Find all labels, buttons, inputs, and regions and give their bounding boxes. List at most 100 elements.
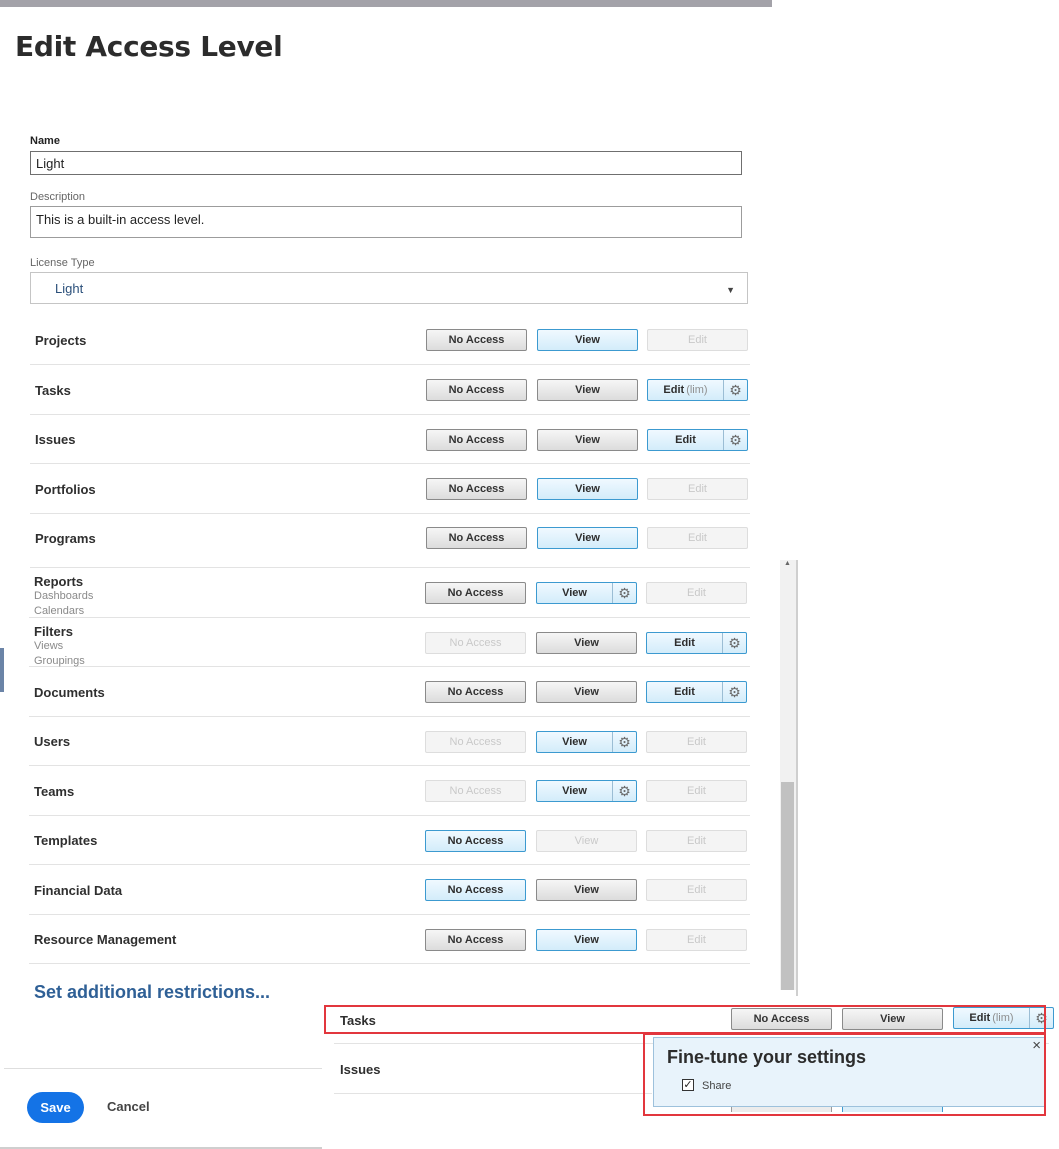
edit-button[interactable]: Edit ⚙ xyxy=(646,681,747,703)
edit-button[interactable]: Edit ⚙ xyxy=(647,429,748,451)
row-label: Templates xyxy=(34,833,98,848)
highlight-tasks-row xyxy=(324,1005,1046,1034)
description-field[interactable]: This is a built-in access level. xyxy=(30,206,742,238)
name-field[interactable]: Light xyxy=(30,151,742,175)
permission-row xyxy=(30,415,750,464)
save-button[interactable]: Save xyxy=(27,1092,84,1123)
row-label: Financial Data xyxy=(34,883,123,898)
no-access-button[interactable]: No Access xyxy=(425,681,526,703)
button-text: No Access xyxy=(447,587,504,599)
button-text: View xyxy=(575,384,600,396)
no-access-button[interactable]: No Access xyxy=(426,527,527,549)
view-button[interactable]: View xyxy=(536,879,637,901)
button-text: No Access xyxy=(448,334,505,346)
view-button[interactable]: View ⚙ xyxy=(536,731,637,753)
lim-label: (lim) xyxy=(686,384,708,396)
gear-icon[interactable]: ⚙ xyxy=(612,732,636,752)
view-button[interactable]: View xyxy=(537,527,638,549)
button-text: View xyxy=(574,934,599,946)
gear-icon[interactable]: ⚙ xyxy=(722,633,746,653)
no-access-label: No Access xyxy=(426,785,525,797)
button-text: Edit xyxy=(687,835,706,847)
gear-icon[interactable]: ⚙ xyxy=(723,430,747,450)
button-text: Edit xyxy=(687,587,706,599)
permission-row xyxy=(29,568,750,618)
button-text: No Access xyxy=(448,434,505,446)
row-label: Filters xyxy=(34,624,74,639)
gear-icon[interactable]: ⚙ xyxy=(612,583,636,603)
edit-label: Edit xyxy=(647,686,722,698)
view-button[interactable]: View xyxy=(537,478,638,500)
edit-label: Edit xyxy=(647,637,722,649)
view-button[interactable]: View xyxy=(537,379,638,401)
button-text: View xyxy=(574,835,599,847)
button-text: Edit xyxy=(687,785,706,797)
no-access-button[interactable]: No Access xyxy=(425,582,526,604)
button-text: Edit xyxy=(674,686,695,698)
edit-label: Edit xyxy=(647,736,746,748)
button-text: No Access xyxy=(448,532,505,544)
view-button[interactable]: View xyxy=(536,681,637,703)
permission-row xyxy=(30,365,750,415)
no-access-button[interactable]: No Access xyxy=(426,429,527,451)
license-type-value: Light xyxy=(55,280,84,296)
button-text: View xyxy=(562,736,587,748)
no-access-label: No Access xyxy=(427,532,526,544)
edit-label: Edit xyxy=(647,785,746,797)
view-label: View xyxy=(537,785,612,797)
edit-button[interactable]: Edit ⚙ xyxy=(646,632,747,654)
view-button[interactable]: View xyxy=(536,632,637,654)
no-access-label: No Access xyxy=(427,483,526,495)
edit-label: Edit xyxy=(647,587,746,599)
permission-row xyxy=(29,618,750,667)
view-button[interactable]: View ⚙ xyxy=(536,780,637,802)
no-access-label: No Access xyxy=(427,384,526,396)
button-text: Edit xyxy=(688,483,707,495)
view-button[interactable]: View xyxy=(537,429,638,451)
no-access-button[interactable]: No Access xyxy=(425,929,526,951)
scroll-up-icon[interactable]: ▲ xyxy=(784,560,791,567)
license-type-label: License Type xyxy=(30,257,95,269)
gear-icon[interactable]: ⚙ xyxy=(612,781,636,801)
button-text: Edit xyxy=(688,334,707,346)
no-access-label: No Access xyxy=(426,637,525,649)
view-label: View xyxy=(537,587,612,599)
edit-label: Edit xyxy=(648,334,747,346)
button-text: No Access xyxy=(448,483,505,495)
no-access-button[interactable]: No Access xyxy=(425,879,526,901)
button-text: View xyxy=(575,434,600,446)
inset-divider xyxy=(334,1093,652,1094)
background-strip xyxy=(0,648,4,692)
no-access-button: No Access xyxy=(425,632,526,654)
row-label: Reports xyxy=(34,574,84,589)
gear-icon[interactable]: ⚙ xyxy=(722,682,746,702)
no-access-button[interactable]: No Access xyxy=(426,329,527,351)
edit-button: Edit xyxy=(646,780,747,802)
license-type-select[interactable]: Light ▼ xyxy=(30,272,748,304)
set-restrictions-link[interactable]: Set additional restrictions... xyxy=(34,982,270,1003)
view-label: View xyxy=(538,334,637,346)
row-label: Resource Management xyxy=(34,932,177,947)
gear-icon[interactable]: ⚙ xyxy=(723,380,747,400)
button-text: Edit xyxy=(674,637,695,649)
no-access-button[interactable]: No Access xyxy=(425,830,526,852)
view-button[interactable]: View ⚙ xyxy=(536,582,637,604)
edit-button[interactable]: Edit (lim) ⚙ xyxy=(647,379,748,401)
view-button[interactable]: View xyxy=(536,929,637,951)
no-access-button[interactable]: No Access xyxy=(426,379,527,401)
permission-row xyxy=(30,514,750,568)
button-text: No Access xyxy=(447,835,504,847)
no-access-label: No Access xyxy=(427,334,526,346)
view-button: View xyxy=(536,830,637,852)
inset-row-label-issues: Issues xyxy=(340,1062,381,1077)
cancel-button[interactable]: Cancel xyxy=(107,1099,150,1114)
button-text: Edit xyxy=(687,736,706,748)
edit-button: Edit xyxy=(646,830,747,852)
view-button[interactable]: View xyxy=(537,329,638,351)
highlight-popover xyxy=(643,1033,1046,1116)
no-access-button[interactable]: No Access xyxy=(426,478,527,500)
edit-button: Edit xyxy=(646,929,747,951)
edit-label: Edit xyxy=(648,483,747,495)
top-bar xyxy=(0,0,772,7)
scrollbar-thumb[interactable] xyxy=(781,782,794,990)
